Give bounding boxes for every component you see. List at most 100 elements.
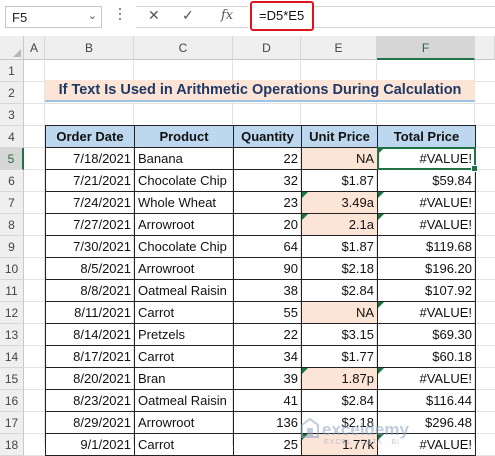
column-header-b[interactable]: B: [45, 36, 134, 60]
unit-price-cell[interactable]: $1.87: [301, 169, 378, 192]
product-cell[interactable]: Arrowroot: [134, 213, 234, 236]
formula-input-area[interactable]: [314, 6, 495, 28]
quantity-cell[interactable]: 22: [233, 147, 302, 170]
order-date-cell[interactable]: 7/30/2021: [45, 235, 135, 258]
row-header-16[interactable]: 16: [0, 390, 24, 412]
total-price-cell[interactable]: $196.20: [377, 257, 476, 280]
enter-check-icon[interactable]: ✓: [182, 7, 194, 24]
row-header-4[interactable]: 4: [0, 126, 24, 148]
row-header-17[interactable]: 17: [0, 412, 24, 434]
row-header-8[interactable]: 8: [0, 214, 24, 236]
product-cell[interactable]: Arrowroot: [134, 257, 234, 280]
column-header-next[interactable]: [475, 36, 495, 60]
order-date-cell[interactable]: 8/8/2021: [45, 279, 135, 302]
order-date-cell[interactable]: 8/11/2021: [45, 301, 135, 324]
product-cell[interactable]: Bran: [134, 367, 234, 390]
unit-price-cell[interactable]: NA: [301, 147, 378, 170]
product-cell[interactable]: Carrot: [134, 301, 234, 324]
total-price-cell[interactable]: $119.68: [377, 235, 476, 258]
quantity-cell[interactable]: 38: [233, 279, 302, 302]
order-date-cell[interactable]: 8/14/2021: [45, 323, 135, 346]
quantity-cell[interactable]: 23: [233, 191, 302, 214]
total-price-cell[interactable]: $107.92: [377, 279, 476, 302]
active-cell-selection[interactable]: [377, 147, 478, 172]
quantity-cell[interactable]: 41: [233, 389, 302, 412]
row-header-1[interactable]: 1: [0, 60, 24, 82]
unit-price-cell[interactable]: 2.1a: [301, 213, 378, 236]
quantity-cell[interactable]: 90: [233, 257, 302, 280]
quantity-cell[interactable]: 55: [233, 301, 302, 324]
formula-input[interactable]: =D5*E5: [250, 1, 314, 31]
row-header-18[interactable]: 18: [0, 434, 24, 456]
quantity-cell[interactable]: 20: [233, 213, 302, 236]
select-all-button[interactable]: [0, 36, 24, 60]
order-date-cell[interactable]: 7/27/2021: [45, 213, 135, 236]
quantity-cell[interactable]: 136: [233, 411, 302, 434]
order-date-cell[interactable]: 8/20/2021: [45, 367, 135, 390]
unit-price-cell[interactable]: $1.77: [301, 345, 378, 368]
table-header[interactable]: Quantity: [233, 125, 302, 148]
product-cell[interactable]: Oatmeal Raisin: [134, 389, 234, 412]
product-cell[interactable]: Pretzels: [134, 323, 234, 346]
row-header-5[interactable]: 5: [0, 148, 24, 170]
order-date-cell[interactable]: 8/29/2021: [45, 411, 135, 434]
column-header-c[interactable]: C: [134, 36, 233, 60]
table-header[interactable]: Total Price: [377, 125, 476, 148]
column-header-e[interactable]: E: [301, 36, 377, 60]
row-header-7[interactable]: 7: [0, 192, 24, 214]
unit-price-cell[interactable]: $1.87: [301, 235, 378, 258]
sheet-title[interactable]: If Text Is Used in Arithmetic Operations…: [45, 80, 475, 102]
total-price-cell[interactable]: #VALUE!: [377, 301, 476, 324]
row-header-2[interactable]: 2: [0, 82, 24, 104]
product-cell[interactable]: Chocolate Chip: [134, 235, 234, 258]
table-header[interactable]: Unit Price: [301, 125, 378, 148]
total-price-cell[interactable]: #VALUE!: [377, 191, 476, 214]
quantity-cell[interactable]: 34: [233, 345, 302, 368]
quantity-cell[interactable]: 22: [233, 323, 302, 346]
quantity-cell[interactable]: 64: [233, 235, 302, 258]
unit-price-cell[interactable]: $2.18: [301, 257, 378, 280]
row-header-12[interactable]: 12: [0, 302, 24, 324]
quantity-cell[interactable]: 39: [233, 367, 302, 390]
order-date-cell[interactable]: 7/24/2021: [45, 191, 135, 214]
unit-price-cell[interactable]: NA: [301, 301, 378, 324]
row-header-15[interactable]: 15: [0, 368, 24, 390]
row-header-9[interactable]: 9: [0, 236, 24, 258]
order-date-cell[interactable]: 8/5/2021: [45, 257, 135, 280]
order-date-cell[interactable]: 8/17/2021: [45, 345, 135, 368]
unit-price-cell[interactable]: $3.15: [301, 323, 378, 346]
product-cell[interactable]: Oatmeal Raisin: [134, 279, 234, 302]
quantity-cell[interactable]: 32: [233, 169, 302, 192]
name-box[interactable]: F5 ⌄: [5, 6, 102, 28]
row-header-13[interactable]: 13: [0, 324, 24, 346]
product-cell[interactable]: Whole Wheat: [134, 191, 234, 214]
total-price-cell[interactable]: #VALUE!: [377, 367, 476, 390]
column-header-d[interactable]: D: [233, 36, 301, 60]
table-header[interactable]: Product: [134, 125, 234, 148]
row-header-6[interactable]: 6: [0, 170, 24, 192]
total-price-cell[interactable]: $116.44: [377, 389, 476, 412]
unit-price-cell[interactable]: $2.84: [301, 279, 378, 302]
total-price-cell[interactable]: #VALUE!: [377, 213, 476, 236]
total-price-cell[interactable]: $59.84: [377, 169, 476, 192]
order-date-cell[interactable]: 7/21/2021: [45, 169, 135, 192]
drag-handle-icon[interactable]: [118, 8, 122, 24]
unit-price-cell[interactable]: $2.84: [301, 389, 378, 412]
order-date-cell[interactable]: 8/23/2021: [45, 389, 135, 412]
product-cell[interactable]: Arrowroot: [134, 411, 234, 434]
total-price-cell[interactable]: $60.18: [377, 345, 476, 368]
chevron-down-icon[interactable]: ⌄: [88, 9, 97, 22]
unit-price-cell[interactable]: 1.87p: [301, 367, 378, 390]
product-cell[interactable]: Banana: [134, 147, 234, 170]
row-header-14[interactable]: 14: [0, 346, 24, 368]
unit-price-cell[interactable]: 3.49a: [301, 191, 378, 214]
row-header-11[interactable]: 11: [0, 280, 24, 302]
product-cell[interactable]: Chocolate Chip: [134, 169, 234, 192]
row-header-10[interactable]: 10: [0, 258, 24, 280]
product-cell[interactable]: Carrot: [134, 345, 234, 368]
row-header-3[interactable]: 3: [0, 104, 24, 126]
column-header-a[interactable]: A: [24, 36, 45, 60]
table-header[interactable]: Order Date: [45, 125, 135, 148]
total-price-cell[interactable]: $69.30: [377, 323, 476, 346]
insert-function-button[interactable]: fx: [221, 8, 233, 23]
